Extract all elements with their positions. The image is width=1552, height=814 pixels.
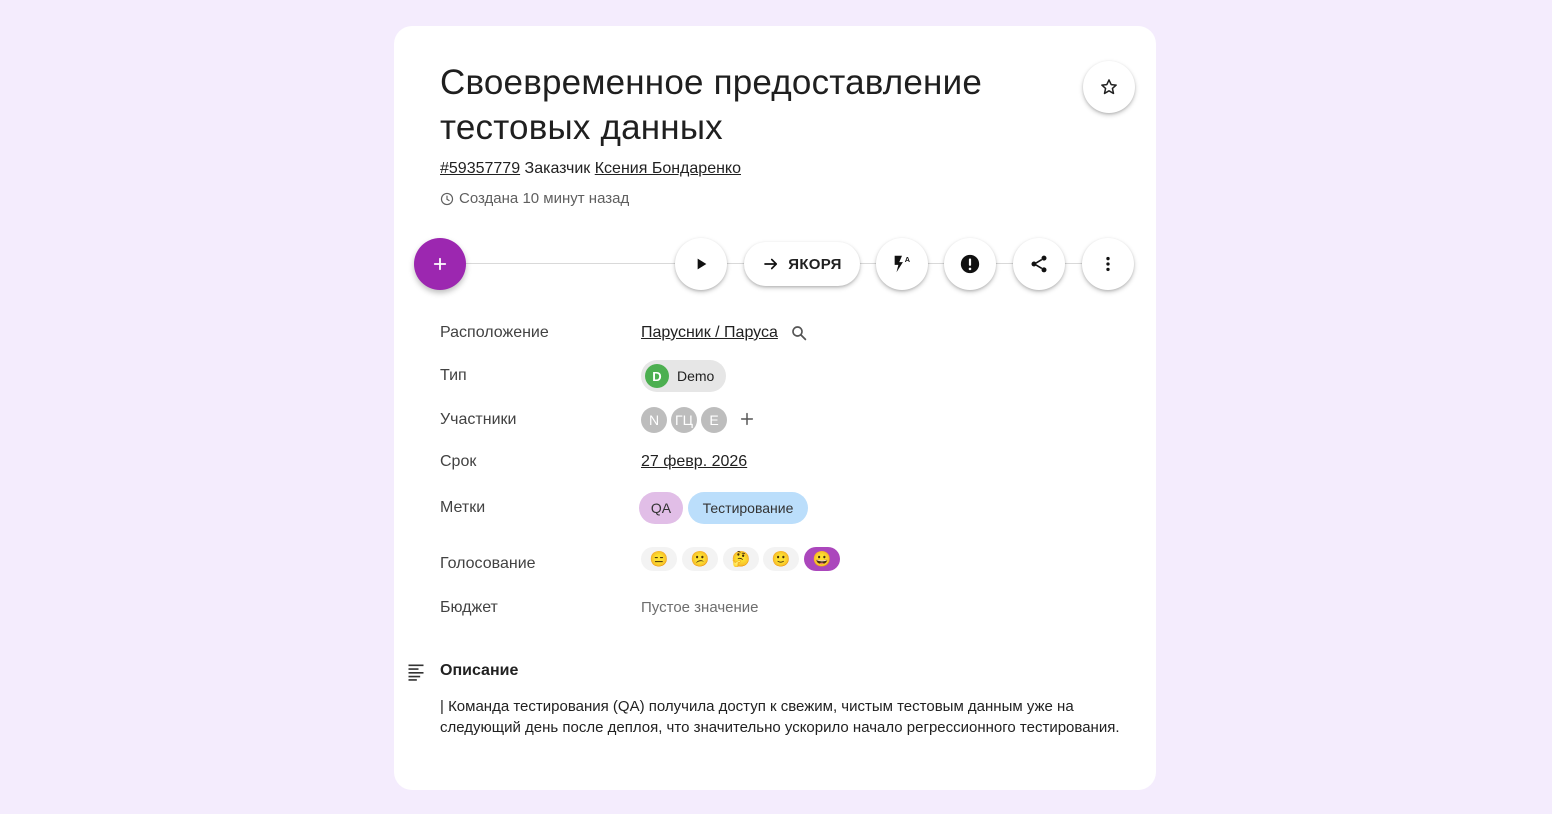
voting-label: Голосование <box>440 555 536 572</box>
type-label: Тип <box>440 367 467 384</box>
type-value: Demo <box>677 368 715 384</box>
task-id-link[interactable]: #59357779 <box>440 160 520 177</box>
vote-option[interactable]: 🤔 <box>723 547 759 571</box>
deadline-value[interactable]: 27 февр. 2026 <box>641 453 747 471</box>
more-button[interactable] <box>1082 238 1134 290</box>
vote-option[interactable]: 🙂 <box>763 547 799 571</box>
location-link[interactable]: Парусник / Паруса <box>641 324 778 342</box>
share-button[interactable] <box>1013 238 1065 290</box>
play-icon <box>693 256 709 272</box>
participant-avatar[interactable]: E <box>701 407 727 433</box>
start-button[interactable] <box>675 238 727 290</box>
type-avatar: D <box>645 364 669 388</box>
description-title: Описание <box>440 662 519 679</box>
priority-button[interactable] <box>944 238 996 290</box>
type-chip[interactable]: D Demo <box>641 360 727 392</box>
participants-label: Участники <box>440 411 517 428</box>
svg-text:A: A <box>905 255 911 264</box>
budget-value[interactable]: Пустое значение <box>641 599 759 616</box>
more-vertical-icon <box>1098 254 1118 274</box>
location-field: Парусник / Паруса <box>641 324 808 342</box>
tag-chip-testing[interactable]: Тестирование <box>688 492 808 524</box>
add-participant-icon[interactable] <box>739 411 755 427</box>
star-icon <box>1099 77 1119 97</box>
add-button[interactable] <box>414 238 466 290</box>
tags-label: Метки <box>440 499 486 516</box>
anchors-label: ЯКОРЯ <box>788 255 842 273</box>
description-text[interactable]: | Команда тестирования (QA) получила дос… <box>440 696 1120 738</box>
arrow-right-icon <box>762 255 780 273</box>
vote-option[interactable]: 😕 <box>682 547 718 571</box>
location-label: Расположение <box>440 324 549 341</box>
auto-flash-button[interactable]: A <box>876 238 928 290</box>
task-title: Своевременное предоставление тестовых да… <box>440 63 982 147</box>
created-info: Создана 10 минут назад <box>440 190 629 207</box>
customer-label: Заказчик <box>524 160 591 177</box>
created-text: Создана 10 минут назад <box>459 190 630 207</box>
task-card: Своевременное предоставление тестовых да… <box>394 26 1156 790</box>
task-meta: #59357779 Заказчик Ксения Бондаренко <box>440 160 741 178</box>
participant-avatar[interactable]: N <box>641 407 667 433</box>
favorite-button[interactable] <box>1083 61 1135 113</box>
notes-icon <box>406 662 426 682</box>
search-icon[interactable] <box>790 324 808 342</box>
flash-auto-icon: A <box>891 253 913 275</box>
vote-option[interactable]: 😑 <box>641 547 677 571</box>
share-icon <box>1029 254 1049 274</box>
vote-option[interactable]: 😀 <box>804 547 840 571</box>
alert-circle-icon <box>959 253 981 275</box>
tag-chip-qa[interactable]: QA <box>639 492 683 524</box>
plus-icon <box>431 255 449 273</box>
anchors-button[interactable]: ЯКОРЯ <box>744 242 860 286</box>
clock-icon <box>440 192 454 206</box>
deadline-label: Срок <box>440 453 477 470</box>
budget-label: Бюджет <box>440 599 498 616</box>
participant-avatar[interactable]: ГЦ <box>671 407 697 433</box>
customer-link[interactable]: Ксения Бондаренко <box>595 160 741 177</box>
